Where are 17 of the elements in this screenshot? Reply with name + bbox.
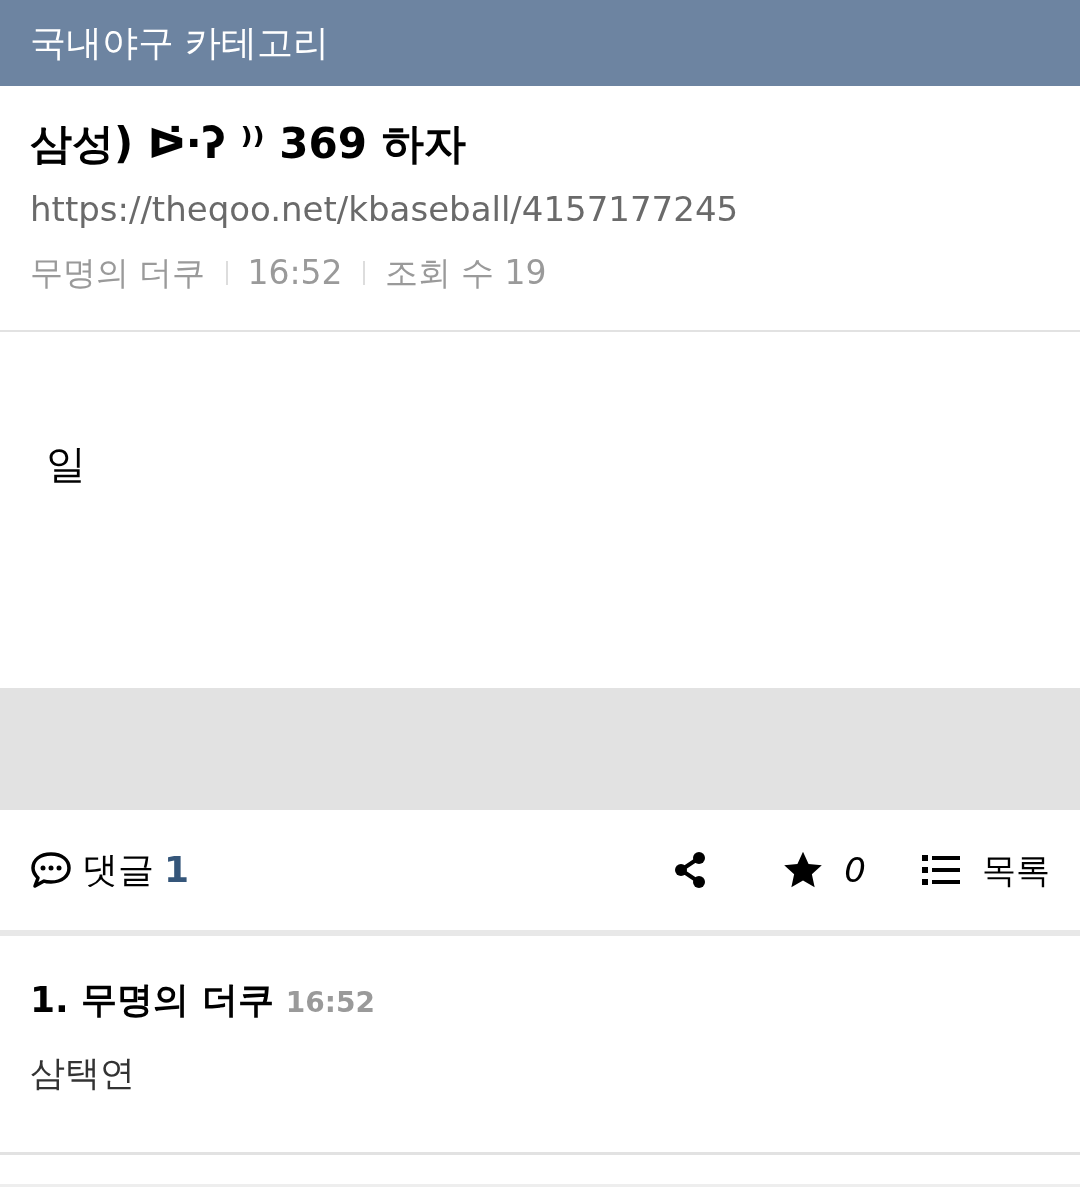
post-time: 16:52: [247, 252, 343, 294]
comment-time: 16:52: [285, 985, 375, 1021]
comments-button[interactable]: 댓글 1: [30, 843, 190, 897]
post-author: 무명의 더쿠: [30, 252, 206, 294]
view-count: 조회 수 19: [384, 252, 547, 294]
post-url[interactable]: https://theqoo.net/kbaseball/4157177245: [30, 182, 1050, 236]
star-icon: [782, 850, 825, 890]
post-body: 일: [46, 444, 87, 484]
comment-text: 삼택연: [30, 1052, 136, 1095]
post-title: 삼성) ᐅ̇·ʔ ⁾⁾ 369 하자: [30, 118, 467, 170]
share-icon: [673, 851, 708, 889]
list-button[interactable]: 목록: [922, 844, 1050, 896]
list-icon: [922, 854, 960, 886]
speech-bubble-icon: [30, 851, 72, 889]
favorite-button[interactable]: 0: [782, 844, 866, 896]
comment-author: 1. 무명의 더쿠: [30, 978, 274, 1022]
category-title: 국내야구 카테고리: [30, 25, 330, 61]
